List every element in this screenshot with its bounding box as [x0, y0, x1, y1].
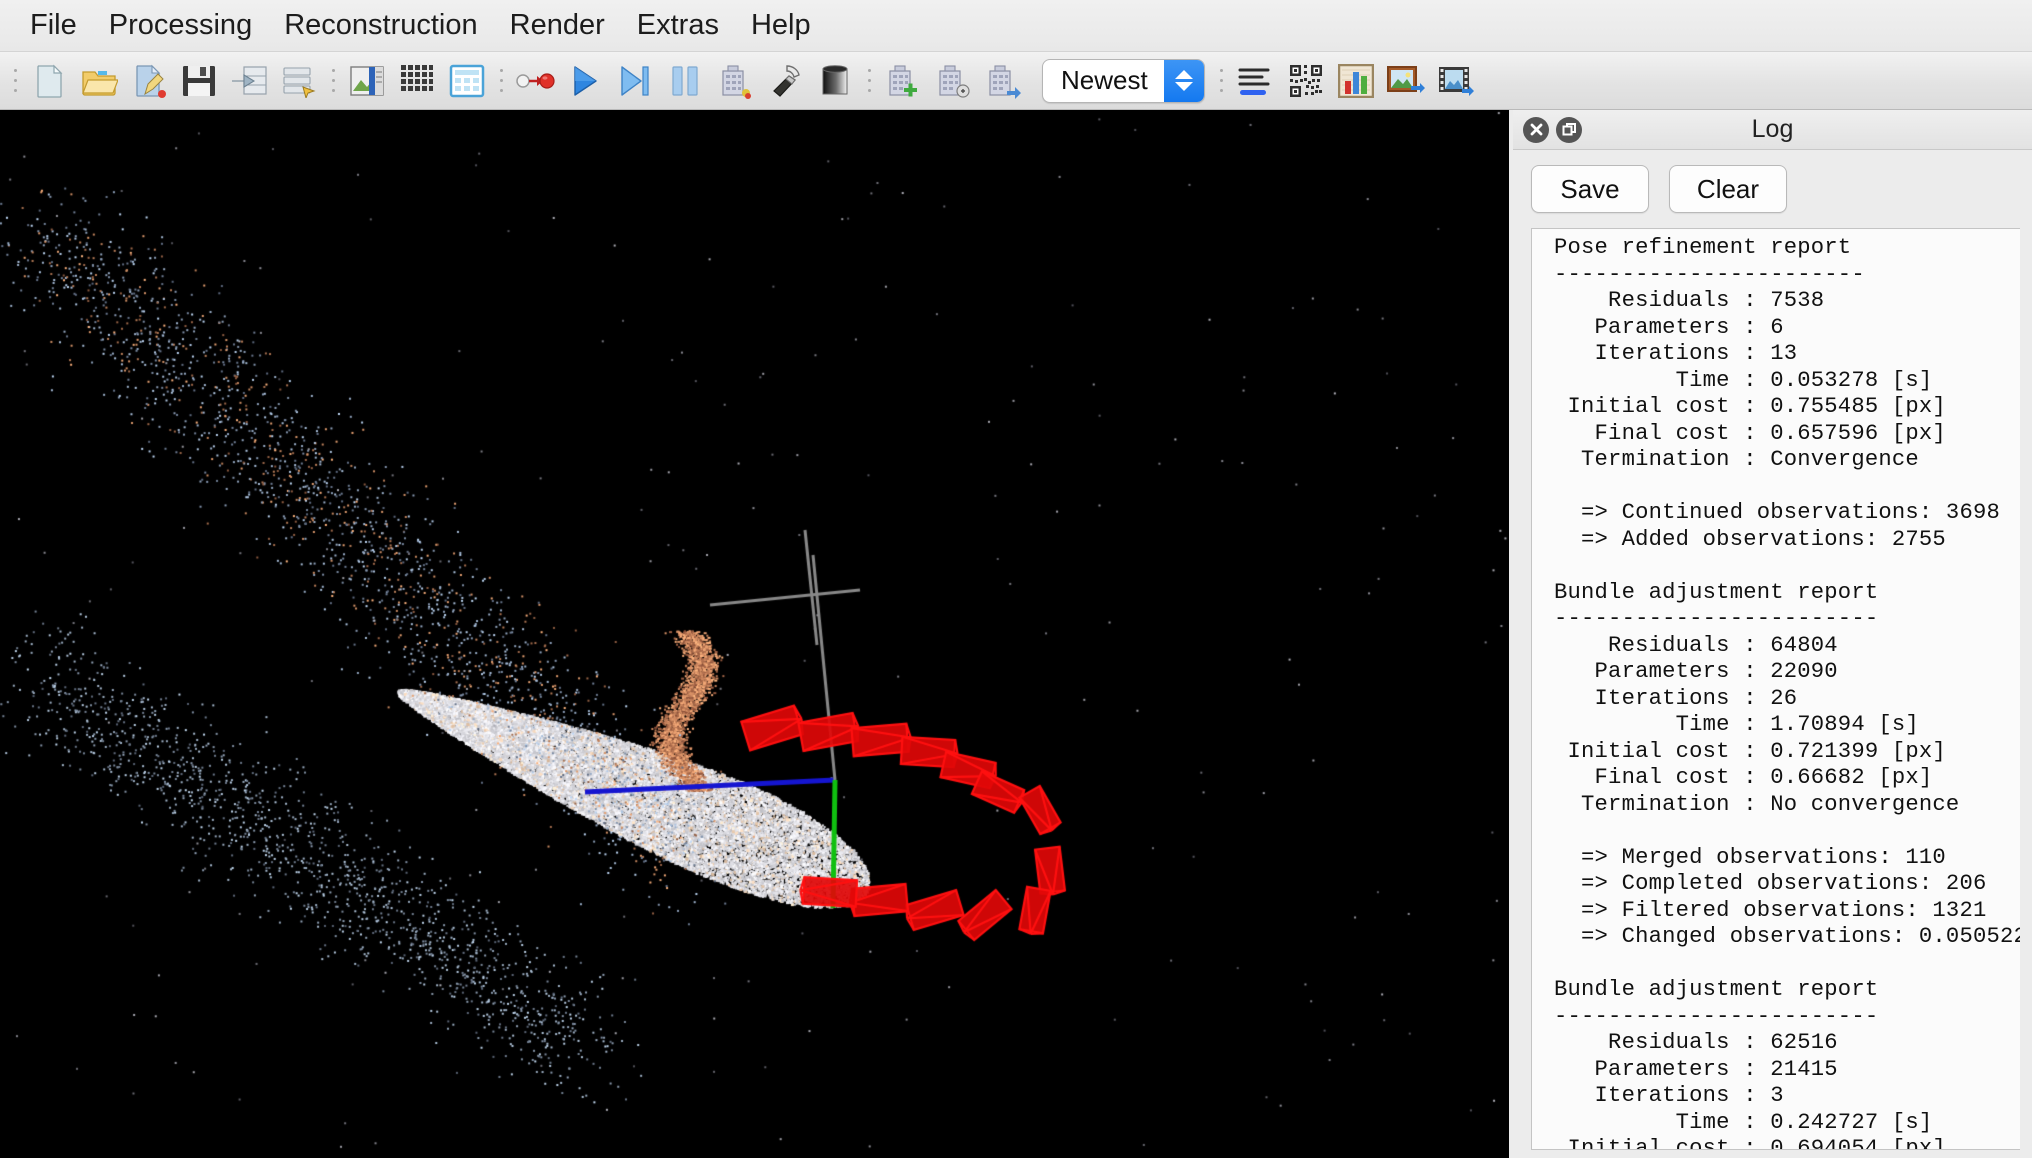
chevron-down-icon[interactable] [1174, 82, 1193, 91]
toolbar-drag-handle-4[interactable] [862, 60, 876, 102]
menu-reconstruction[interactable]: Reconstruction [268, 9, 493, 42]
save-project-icon[interactable] [174, 56, 224, 106]
import-model-from-icon[interactable] [274, 56, 324, 106]
model-selector-stepper[interactable] [1163, 59, 1204, 102]
bundle-adjustment-icon[interactable] [710, 56, 760, 106]
feature-matching-icon[interactable] [392, 56, 442, 106]
colmap-main-window: File Processing Reconstruction Render Ex… [0, 0, 2032, 1158]
model-selector[interactable]: Newest [1042, 58, 1205, 103]
video-export-icon[interactable] [1431, 56, 1481, 106]
menu-extras[interactable]: Extras [621, 9, 735, 42]
point-cloud-canvas[interactable] [0, 110, 1509, 1152]
open-project-icon[interactable] [74, 56, 124, 106]
new-project-icon[interactable] [24, 56, 74, 106]
import-model-icon[interactable] [224, 56, 274, 106]
dense-reconstruction-icon[interactable] [760, 56, 810, 106]
undistort-icon[interactable] [1381, 56, 1431, 106]
render-options-icon[interactable] [810, 56, 860, 106]
model-export-icon[interactable] [978, 56, 1028, 106]
restore-window-icon [1562, 123, 1576, 136]
toolbar-drag-handle-1[interactable] [8, 60, 22, 102]
feature-extraction-icon[interactable] [342, 56, 392, 106]
chevron-up-icon[interactable] [1174, 70, 1193, 79]
log-dock-panel: Log Save Clear Pose refinement report --… [1513, 110, 2032, 1158]
step-reconstruction-icon[interactable] [610, 56, 660, 106]
log-text-area[interactable]: Pose refinement report -----------------… [1531, 228, 2020, 1150]
model-add-icon[interactable] [878, 56, 928, 106]
menu-help[interactable]: Help [735, 9, 827, 42]
database-management-icon[interactable] [442, 56, 492, 106]
menu-bar: File Processing Reconstruction Render Ex… [0, 0, 2032, 52]
reset-reconstruction-icon[interactable] [510, 56, 560, 106]
float-log-button[interactable] [1556, 116, 1582, 143]
close-icon [1530, 123, 1542, 136]
toolbar-drag-handle-5[interactable] [1215, 60, 1229, 102]
menu-render[interactable]: Render [494, 9, 621, 42]
toolbar-drag-handle-3[interactable] [494, 60, 508, 102]
save-log-button[interactable]: Save [1531, 165, 1649, 213]
log-text-content: Pose refinement report -----------------… [1554, 235, 2020, 1150]
match-matrix-icon[interactable] [1281, 56, 1331, 106]
start-reconstruction-icon[interactable] [560, 56, 610, 106]
toolbar-drag-handle-2[interactable] [326, 60, 340, 102]
log-panel-title: Log [1751, 115, 1794, 143]
log-button-row: Save Clear [1513, 150, 2032, 228]
model-statistics-chart-icon[interactable] [1331, 56, 1381, 106]
menu-file[interactable]: File [14, 9, 93, 42]
model-viewer[interactable] [0, 110, 1509, 1158]
log-title-bar: Log [1513, 110, 2032, 150]
close-log-button[interactable] [1523, 116, 1549, 143]
model-stats-icon[interactable] [928, 56, 978, 106]
pause-reconstruction-icon[interactable] [660, 56, 710, 106]
edit-project-icon[interactable] [124, 56, 174, 106]
main-toolbar: Newest [0, 52, 2032, 110]
log-panel-icon[interactable] [1231, 56, 1281, 106]
menu-processing[interactable]: Processing [93, 9, 268, 42]
main-body: Log Save Clear Pose refinement report --… [0, 110, 2032, 1158]
clear-log-button[interactable]: Clear [1669, 165, 1787, 213]
model-selector-value: Newest [1061, 65, 1148, 95]
